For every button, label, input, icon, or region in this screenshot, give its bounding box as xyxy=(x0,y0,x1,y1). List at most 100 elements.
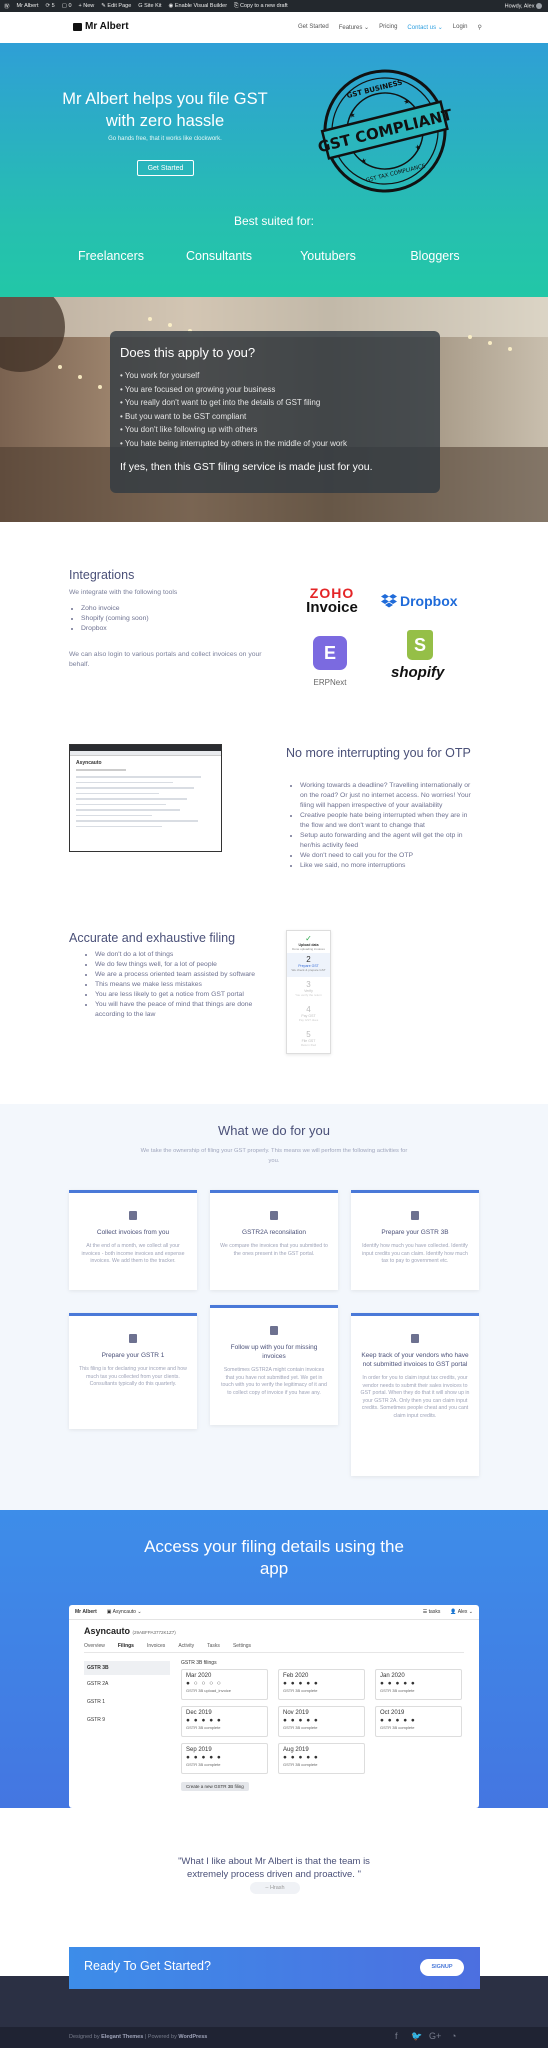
sidebar-item-gstr3b[interactable]: GSTR 3B xyxy=(84,1661,170,1675)
tab-invoices[interactable]: Invoices xyxy=(147,1643,165,1649)
clipboard-icon xyxy=(270,1211,278,1220)
access-title: Access your filing details using the app xyxy=(144,1537,404,1578)
integrations-intro: We integrate with the following tools xyxy=(69,589,178,596)
testimonial-author: – Hrash xyxy=(250,1882,300,1894)
admin-builder[interactable]: ◉ Enable Visual Builder xyxy=(169,3,228,9)
shopify-bag-icon: S xyxy=(407,630,433,660)
hero-get-started-button[interactable]: Get Started xyxy=(137,160,194,176)
admin-howdy[interactable]: Howdy, Alex xyxy=(505,2,544,9)
list-item: We do few things well, for a lot of peop… xyxy=(95,960,265,970)
suited-youtubers: Youtubers xyxy=(300,249,356,263)
list-item: You are focused on growing your business xyxy=(120,383,430,397)
filing-card[interactable]: Dec 2019 ● ● ● ● ● GSTR 3B complete xyxy=(181,1706,268,1737)
signup-button[interactable]: SIGNUP xyxy=(420,1959,464,1976)
nav-features[interactable]: Features ⌄ xyxy=(339,24,369,31)
integrations-list: Zoho invoice Shopify (coming soon) Dropb… xyxy=(71,604,251,634)
erpnext-icon: E xyxy=(313,636,347,670)
admin-updates[interactable]: ⟳ 5 xyxy=(46,3,55,9)
card-gstr1: Prepare your GSTR 1 This filing is for d… xyxy=(69,1313,197,1429)
card-gstr3b: Prepare your GSTR 3B Identify how much y… xyxy=(351,1190,479,1290)
tab-filings[interactable]: Filings xyxy=(118,1643,134,1649)
filing-card[interactable]: Jan 2020 ● ● ● ● ● GSTR 3B complete xyxy=(375,1669,462,1700)
list-item: Shopify (coming soon) xyxy=(81,614,251,624)
admin-sitekit[interactable]: G Site Kit xyxy=(138,3,161,9)
list-item: You work for yourself xyxy=(120,369,430,383)
step-item: 5 File GST Return filed xyxy=(300,1030,317,1047)
step-item: 3 Verify You verify the return xyxy=(295,980,322,997)
app-window: Mr Albert ▣ Asyncauto ⌄ ☰ tasks 👤 Alex ⌄… xyxy=(69,1605,479,1808)
hero-subtitle: Go hands free, that it works like clockw… xyxy=(108,136,222,142)
admin-edit[interactable]: ✎ Edit Page xyxy=(101,3,131,9)
nav-pricing[interactable]: Pricing xyxy=(379,24,397,31)
list-item: We don't do a lot of things xyxy=(95,950,265,960)
list-item: You don't like following up with others xyxy=(120,423,430,437)
org-switcher[interactable]: ▣ Asyncauto ⌄ xyxy=(107,1609,142,1615)
clipboard-icon xyxy=(411,1211,419,1220)
list-item: But you want to be GST compliant xyxy=(120,410,430,424)
hero-title: Mr Albert helps you file GST with zero h… xyxy=(62,90,268,130)
facebook-icon[interactable]: f xyxy=(395,2031,398,2041)
integrations-title: Integrations xyxy=(69,568,135,582)
zoho-invoice-logo: ZOHO Invoice xyxy=(306,585,358,616)
filing-card[interactable]: Sep 2019 ● ● ● ● ● GSTR 3B complete xyxy=(181,1743,268,1774)
app-brand[interactable]: Mr Albert xyxy=(75,1609,97,1615)
admin-site-link[interactable]: Mr Albert xyxy=(17,3,39,9)
site-logo[interactable]: Mr Albert xyxy=(73,21,129,32)
nav-contact[interactable]: Contact us ⌄ xyxy=(407,24,442,31)
nav-login[interactable]: Login xyxy=(453,24,468,31)
app-screenshot-otp: Asyncauto xyxy=(69,744,222,852)
shopify-logo: shopify xyxy=(391,664,445,681)
elegant-themes-link[interactable]: Elegant Themes xyxy=(101,2034,143,2040)
create-filing-button[interactable]: Create a new GSTR 3B filing xyxy=(181,1782,249,1791)
card-gstr2a: GSTR2A reconsilation We compare the invo… xyxy=(210,1190,338,1290)
accurate-title: Accurate and exhaustive filing xyxy=(69,931,236,945)
suited-freelancers: Freelancers xyxy=(78,249,144,263)
check-icon: ✓ xyxy=(305,934,312,943)
what-we-do-subtitle: We take the ownership of filing your GST… xyxy=(140,1148,408,1164)
otp-list: Working towards a deadline? Travelling i… xyxy=(290,781,476,871)
tab-overview[interactable]: Overview xyxy=(84,1643,105,1649)
apply-list: You work for yourself You are focused on… xyxy=(120,369,430,451)
list-item: Creative people hate being interrupted w… xyxy=(300,811,476,831)
step-item: 4 Pay GST Pay GST dues xyxy=(298,1005,319,1022)
card-follow-up: Follow up with you for missing invoices … xyxy=(210,1305,338,1425)
tab-tasks[interactable]: Tasks xyxy=(207,1643,220,1649)
filing-card[interactable]: Aug 2019 ● ● ● ● ● GSTR 3B complete xyxy=(278,1743,365,1774)
svg-text:GST BUSINESS: GST BUSINESS xyxy=(346,78,403,100)
suited-title: Best suited for: xyxy=(233,214,315,228)
list-item: Working towards a deadline? Travelling i… xyxy=(300,781,476,811)
list-item: Like we said, no more interruptions xyxy=(300,861,476,871)
apply-footer: If yes, then this GST filing service is … xyxy=(120,460,373,473)
nav-get-started[interactable]: Get Started xyxy=(298,24,329,31)
user-menu[interactable]: 👤 Alex ⌄ xyxy=(450,1609,473,1615)
footer-credits: Designed by Elegant Themes | Powered by … xyxy=(69,2034,208,2040)
list-item: Setup auto forwarding and the agent will… xyxy=(300,831,476,851)
admin-new[interactable]: + New xyxy=(79,3,95,9)
admin-comments[interactable]: ▢ 0 xyxy=(62,3,72,9)
erpnext-label: ERPNext xyxy=(313,678,347,687)
tasks-link[interactable]: ☰ tasks xyxy=(423,1609,441,1615)
accurate-list: We don't do a lot of things We do few th… xyxy=(85,950,265,1020)
dropbox-logo: Dropbox xyxy=(381,593,458,609)
what-we-do-title: What we do for you xyxy=(218,1123,330,1138)
google-plus-icon[interactable]: G+ xyxy=(429,2031,441,2041)
filings-list-title: GSTR 3B filings xyxy=(181,1660,217,1666)
filing-card[interactable]: Mar 2020 ● ○ ○ ○ ○ GSTR 3B upload_invoice xyxy=(181,1669,268,1700)
wp-logo-icon[interactable]: Ⓦ xyxy=(4,2,10,10)
twitter-icon[interactable]: 🐦 xyxy=(411,2031,422,2042)
wordpress-link[interactable]: WordPress xyxy=(178,2034,207,2040)
rss-icon[interactable]: ◔ xyxy=(451,2031,456,2041)
sidebar-item-gstr9[interactable]: GSTR 9 xyxy=(84,1711,170,1729)
admin-copy[interactable]: ⎘ Copy to a new draft xyxy=(234,3,288,10)
tab-settings[interactable]: Settings xyxy=(233,1643,251,1649)
filing-card[interactable]: Oct 2019 ● ● ● ● ● GSTR 3B complete xyxy=(375,1706,462,1737)
list-item: You really don't want to get into the de… xyxy=(120,396,430,410)
filing-card[interactable]: Feb 2020 ● ● ● ● ● GSTR 3B complete xyxy=(278,1669,365,1700)
search-icon[interactable]: ⚲ xyxy=(477,24,481,31)
sidebar-item-gstr2a[interactable]: GSTR 2A xyxy=(84,1675,170,1693)
otp-title: No more interrupting you for OTP xyxy=(286,746,471,760)
filing-card[interactable]: Nov 2019 ● ● ● ● ● GSTR 3B complete xyxy=(278,1706,365,1737)
card-collect-invoices: Collect invoices from you At the end of … xyxy=(69,1190,197,1290)
sidebar-item-gstr1[interactable]: GSTR 1 xyxy=(84,1693,170,1711)
tab-activity[interactable]: Activity xyxy=(178,1643,194,1649)
